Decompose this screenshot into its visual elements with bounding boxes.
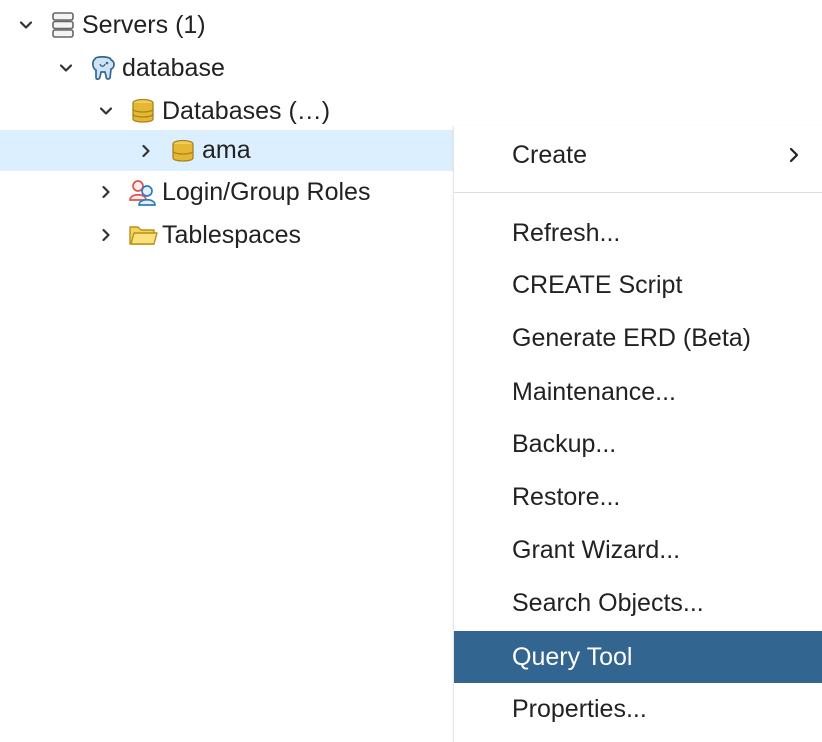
servers-icon <box>48 10 78 40</box>
database-icon <box>168 136 198 166</box>
tree-node-label: ama <box>202 136 251 164</box>
menu-item-label: Create <box>512 140 588 169</box>
menu-item-properties[interactable]: Properties... <box>454 683 822 735</box>
menu-item-generate-erd[interactable]: Generate ERD (Beta) <box>454 312 822 364</box>
chevron-down-icon[interactable] <box>54 56 78 80</box>
tree-node-server-database[interactable]: database <box>0 48 507 88</box>
chevron-right-icon[interactable] <box>94 223 118 247</box>
tree-node-label: database <box>122 53 225 82</box>
context-menu: Create Refresh... CREATE Script Generate… <box>453 126 822 742</box>
users-icon <box>128 177 158 207</box>
menu-item-create[interactable]: Create <box>454 129 822 181</box>
menu-item-label: CREATE Script <box>512 270 683 299</box>
menu-item-maintenance[interactable]: Maintenance... <box>454 366 822 418</box>
tree-node-servers[interactable]: Servers (1) <box>0 5 467 45</box>
tree-node-databases[interactable]: Databases (…) <box>0 91 547 131</box>
tree-node-label: Databases (…) <box>162 96 331 125</box>
menu-item-label: Maintenance... <box>512 377 676 406</box>
tree-node-label: Login/Group Roles <box>162 177 371 206</box>
chevron-down-icon[interactable] <box>14 13 38 37</box>
menu-item-query-tool[interactable]: Query Tool <box>454 631 822 683</box>
database-stack-icon <box>128 96 158 126</box>
menu-item-label: Grant Wizard... <box>512 535 681 564</box>
menu-item-grant-wizard[interactable]: Grant Wizard... <box>454 524 822 576</box>
menu-item-label: Restore... <box>512 482 621 511</box>
chevron-down-icon[interactable] <box>94 99 118 123</box>
menu-item-label: Backup... <box>512 429 617 458</box>
menu-item-backup[interactable]: Backup... <box>454 418 822 470</box>
menu-item-label: Search Objects... <box>512 588 704 617</box>
tree-node-label: Servers (1) <box>82 10 206 39</box>
tree-node-label: Tablespaces <box>162 220 301 249</box>
menu-item-search-objects[interactable]: Search Objects... <box>454 577 822 629</box>
menu-item-label: Query Tool <box>512 642 633 671</box>
menu-item-create-script[interactable]: CREATE Script <box>454 259 822 311</box>
menu-item-refresh[interactable]: Refresh... <box>454 207 822 259</box>
chevron-right-icon[interactable] <box>94 180 118 204</box>
folder-icon <box>128 220 158 250</box>
menu-item-label: Refresh... <box>512 218 621 247</box>
menu-divider <box>454 192 822 193</box>
tree-node-ama[interactable]: ama <box>0 130 453 171</box>
menu-item-restore[interactable]: Restore... <box>454 471 822 523</box>
menu-item-label: Generate ERD (Beta) <box>512 323 751 352</box>
menu-item-label: Properties... <box>512 694 647 723</box>
postgres-elephant-icon <box>88 53 118 83</box>
chevron-right-icon <box>785 143 803 167</box>
chevron-right-icon[interactable] <box>134 139 158 163</box>
